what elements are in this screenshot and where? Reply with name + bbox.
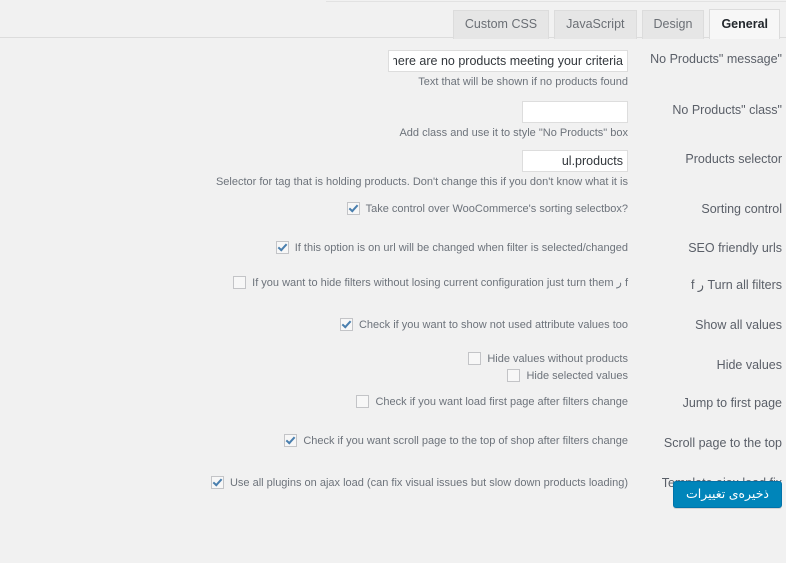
checkbox-label-hide-values-0: Hide values without products bbox=[487, 352, 628, 365]
checkbox-row-scroll-page-to-the-top: Check if you want scroll page to the top… bbox=[150, 433, 628, 448]
field-control-products-selector: Selector for tag that is holding product… bbox=[150, 150, 628, 189]
checkbox-hide-values-1[interactable] bbox=[507, 369, 521, 382]
settings-tab-bar: Custom CSS JavaScript Design General bbox=[0, 0, 786, 39]
checkbox-row-template-ajax-load-fix: Use all plugins on ajax load (can fix vi… bbox=[150, 475, 628, 490]
checkbox-row-jump-to-first-page: Check if you want load first page after … bbox=[150, 394, 628, 409]
checkbox-label-scroll-page-to-the-top: Check if you want scroll page to the top… bbox=[303, 434, 628, 447]
field-label-products-selector: Products selector bbox=[685, 152, 782, 166]
tab-bar-top-rule bbox=[326, 1, 786, 2]
checkbox-row-hide-values-0: Hide values without products bbox=[150, 351, 628, 366]
field-description-no-products-class: Add class and use it to style "No Produc… bbox=[399, 127, 628, 139]
field-control-no-products-class: Add class and use it to style "No Produc… bbox=[150, 101, 628, 140]
save-changes-button[interactable]: ذخیره‌ی تغییرات bbox=[673, 481, 782, 508]
checkbox-label-template-ajax-load-fix: Use all plugins on ajax load (can fix vi… bbox=[229, 476, 628, 489]
checkbox-sorting-control[interactable] bbox=[346, 202, 360, 215]
field-control-jump-to-first-page: Check if you want load first page after … bbox=[150, 394, 628, 409]
tab-design[interactable]: Design bbox=[641, 10, 705, 39]
submit-area: ذخیره‌ی تغییرات bbox=[673, 481, 782, 508]
checkbox-row-turn-all-filters: f ر If you want to hide filters without … bbox=[150, 275, 628, 290]
checkbox-hide-values-0[interactable] bbox=[468, 352, 482, 365]
field-control-show-all-values: Check if you want to show not used attri… bbox=[150, 317, 628, 332]
checkbox-label-jump-to-first-page: Check if you want load first page after … bbox=[375, 395, 628, 408]
field-description-no-products-message: Text that will be shown if no products f… bbox=[418, 76, 628, 88]
checkbox-label-hide-values-1: Hide selected values bbox=[526, 369, 628, 382]
checkbox-row-show-all-values: Check if you want to show not used attri… bbox=[150, 317, 628, 332]
field-label-hide-values: Hide values bbox=[716, 358, 782, 372]
input-no-products-message[interactable] bbox=[388, 50, 628, 72]
input-no-products-class[interactable] bbox=[522, 101, 628, 123]
checkbox-turn-all-filters[interactable] bbox=[233, 276, 247, 289]
tab-list: Custom CSS JavaScript Design General bbox=[452, 9, 780, 39]
tab-custom-css[interactable]: Custom CSS bbox=[452, 10, 550, 39]
general-settings-form: No Products" message" Text that will be s… bbox=[0, 38, 786, 563]
checkbox-jump-to-first-page[interactable] bbox=[356, 395, 370, 408]
field-label-jump-to-first-page: Jump to first page bbox=[682, 396, 782, 410]
checkbox-template-ajax-load-fix[interactable] bbox=[210, 476, 224, 489]
field-control-hide-values: Hide values without products Hide selecte… bbox=[150, 351, 628, 383]
field-label-sorting-control: Sorting control bbox=[701, 202, 782, 216]
field-control-template-ajax-load-fix: Use all plugins on ajax load (can fix vi… bbox=[150, 475, 628, 490]
checkbox-show-all-values[interactable] bbox=[339, 318, 353, 331]
checkbox-row-seo-friendly-urls: If this option is on url will be changed… bbox=[150, 240, 628, 255]
checkbox-seo-friendly-urls[interactable] bbox=[275, 241, 289, 254]
checkbox-label-show-all-values: Check if you want to show not used attri… bbox=[358, 318, 628, 331]
field-label-show-all-values: Show all values bbox=[695, 318, 782, 332]
checkbox-label-sorting-control: ?Take control over WooCommerce's sorting… bbox=[365, 202, 628, 215]
field-control-no-products-message: Text that will be shown if no products f… bbox=[150, 50, 628, 89]
checkbox-scroll-page-to-the-top[interactable] bbox=[284, 434, 298, 447]
checkbox-row-sorting-control: ?Take control over WooCommerce's sorting… bbox=[150, 201, 628, 216]
field-label-seo-friendly-urls: SEO friendly urls bbox=[688, 241, 782, 255]
checkbox-label-seo-friendly-urls: If this option is on url will be changed… bbox=[294, 241, 628, 254]
tab-javascript[interactable]: JavaScript bbox=[554, 10, 637, 39]
field-label-turn-all-filters: f ر Turn all filters bbox=[690, 278, 782, 292]
input-products-selector[interactable] bbox=[522, 150, 628, 172]
field-control-turn-all-filters: f ر If you want to hide filters without … bbox=[150, 275, 628, 290]
checkbox-row-hide-values-1: Hide selected values bbox=[150, 368, 628, 383]
tab-general[interactable]: General bbox=[709, 9, 780, 39]
field-control-scroll-page-to-the-top: Check if you want scroll page to the top… bbox=[150, 433, 628, 448]
field-description-products-selector: Selector for tag that is holding product… bbox=[215, 176, 628, 188]
field-control-seo-friendly-urls: If this option is on url will be changed… bbox=[150, 240, 628, 255]
field-label-scroll-page-to-the-top: Scroll page to the top bbox=[663, 436, 782, 450]
field-label-no-products-class: No Products" class" bbox=[672, 103, 782, 117]
checkbox-label-turn-all-filters: f ر If you want to hide filters without … bbox=[252, 276, 628, 289]
field-label-no-products-message: No Products" message" bbox=[650, 52, 782, 66]
field-control-sorting-control: ?Take control over WooCommerce's sorting… bbox=[150, 201, 628, 216]
